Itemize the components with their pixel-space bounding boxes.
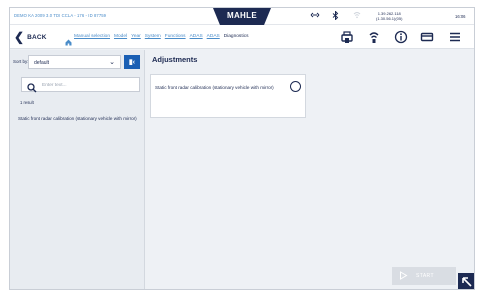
odometer: 1.39.262.118 (1.30.56.1)(05) <box>376 11 403 21</box>
nav-bar: ❮ BACK Manual selection Model Year Syste… <box>10 25 474 49</box>
adjustment-card[interactable]: Static front radar calibration (stationa… <box>150 74 306 118</box>
signal-icon <box>310 11 320 21</box>
brand-logo: MAHLE <box>213 8 271 25</box>
vehicle-info: DEMO KA 2009 3.0 TDI CCLA - 176 - ID 877… <box>14 13 107 18</box>
brand-logo-text: MAHLE <box>227 11 257 20</box>
clock: 16:06 <box>455 14 466 19</box>
breadcrumb-manual-selection[interactable]: Manual selection <box>74 34 110 39</box>
breadcrumb-system[interactable]: System <box>145 34 161 39</box>
main-content: Adjustments Static front radar calibrati… <box>146 50 474 289</box>
expand-arrow-icon <box>462 277 472 287</box>
info-icon[interactable] <box>393 29 409 45</box>
connection-icon[interactable] <box>366 29 382 45</box>
tray-icon[interactable] <box>419 29 435 45</box>
filter-panel: Sort by: default ⌄ ▮‹ 1 result Static fr… <box>10 50 145 289</box>
chevron-down-icon: ⌄ <box>109 59 115 66</box>
bluetooth-icon <box>332 10 339 22</box>
start-button[interactable]: START <box>392 267 456 285</box>
page-title: Adjustments <box>152 55 198 64</box>
sort-select[interactable]: default ⌄ <box>28 55 121 69</box>
search-icon <box>27 80 37 93</box>
menu-icon[interactable] <box>447 29 463 45</box>
back-label: BACK <box>27 33 47 41</box>
chevron-left-icon: ❮ <box>14 30 25 44</box>
search-box[interactable] <box>21 77 140 93</box>
breadcrumb-year[interactable]: Year <box>131 34 141 39</box>
app-window: DEMO KA 2009 3.0 TDI CCLA - 176 - ID 877… <box>9 7 475 290</box>
breadcrumb-adas-1[interactable]: ADAS <box>190 34 203 39</box>
breadcrumb-diagnostics: Diagnostics <box>223 34 249 39</box>
sort-value: default <box>34 60 50 66</box>
status-bar: DEMO KA 2009 3.0 TDI CCLA - 176 - ID 877… <box>10 8 474 25</box>
result-count: 1 result <box>20 100 34 105</box>
adjustment-card-label: Static front radar calibration (stationa… <box>155 85 274 90</box>
collapse-icon: ▮‹ <box>128 59 136 66</box>
list-item[interactable]: Static front radar calibration (stationa… <box>18 116 138 122</box>
odometer-line2: (1.30.56.1)(05) <box>376 15 403 21</box>
breadcrumb: Manual selection Model Year System Funct… <box>74 34 249 39</box>
wifi-icon <box>353 11 361 21</box>
radio-button[interactable] <box>290 81 301 92</box>
home-icon[interactable] <box>65 33 72 46</box>
vehicle-interface-icon[interactable] <box>339 29 355 45</box>
collapse-panel-button[interactable]: ▮‹ <box>124 55 140 69</box>
breadcrumb-functions[interactable]: Functions <box>165 34 186 39</box>
breadcrumb-model[interactable]: Model <box>114 34 127 39</box>
search-input[interactable] <box>42 80 137 90</box>
back-button[interactable]: ❮ BACK <box>14 29 56 45</box>
breadcrumb-adas-2[interactable]: ADAS <box>207 34 220 39</box>
fullscreen-button[interactable] <box>458 273 474 289</box>
sort-label: Sort by: <box>13 59 29 64</box>
sort-row: Sort by: default ⌄ ▮‹ <box>13 55 142 69</box>
start-label: START <box>416 273 434 279</box>
play-icon <box>399 270 408 282</box>
